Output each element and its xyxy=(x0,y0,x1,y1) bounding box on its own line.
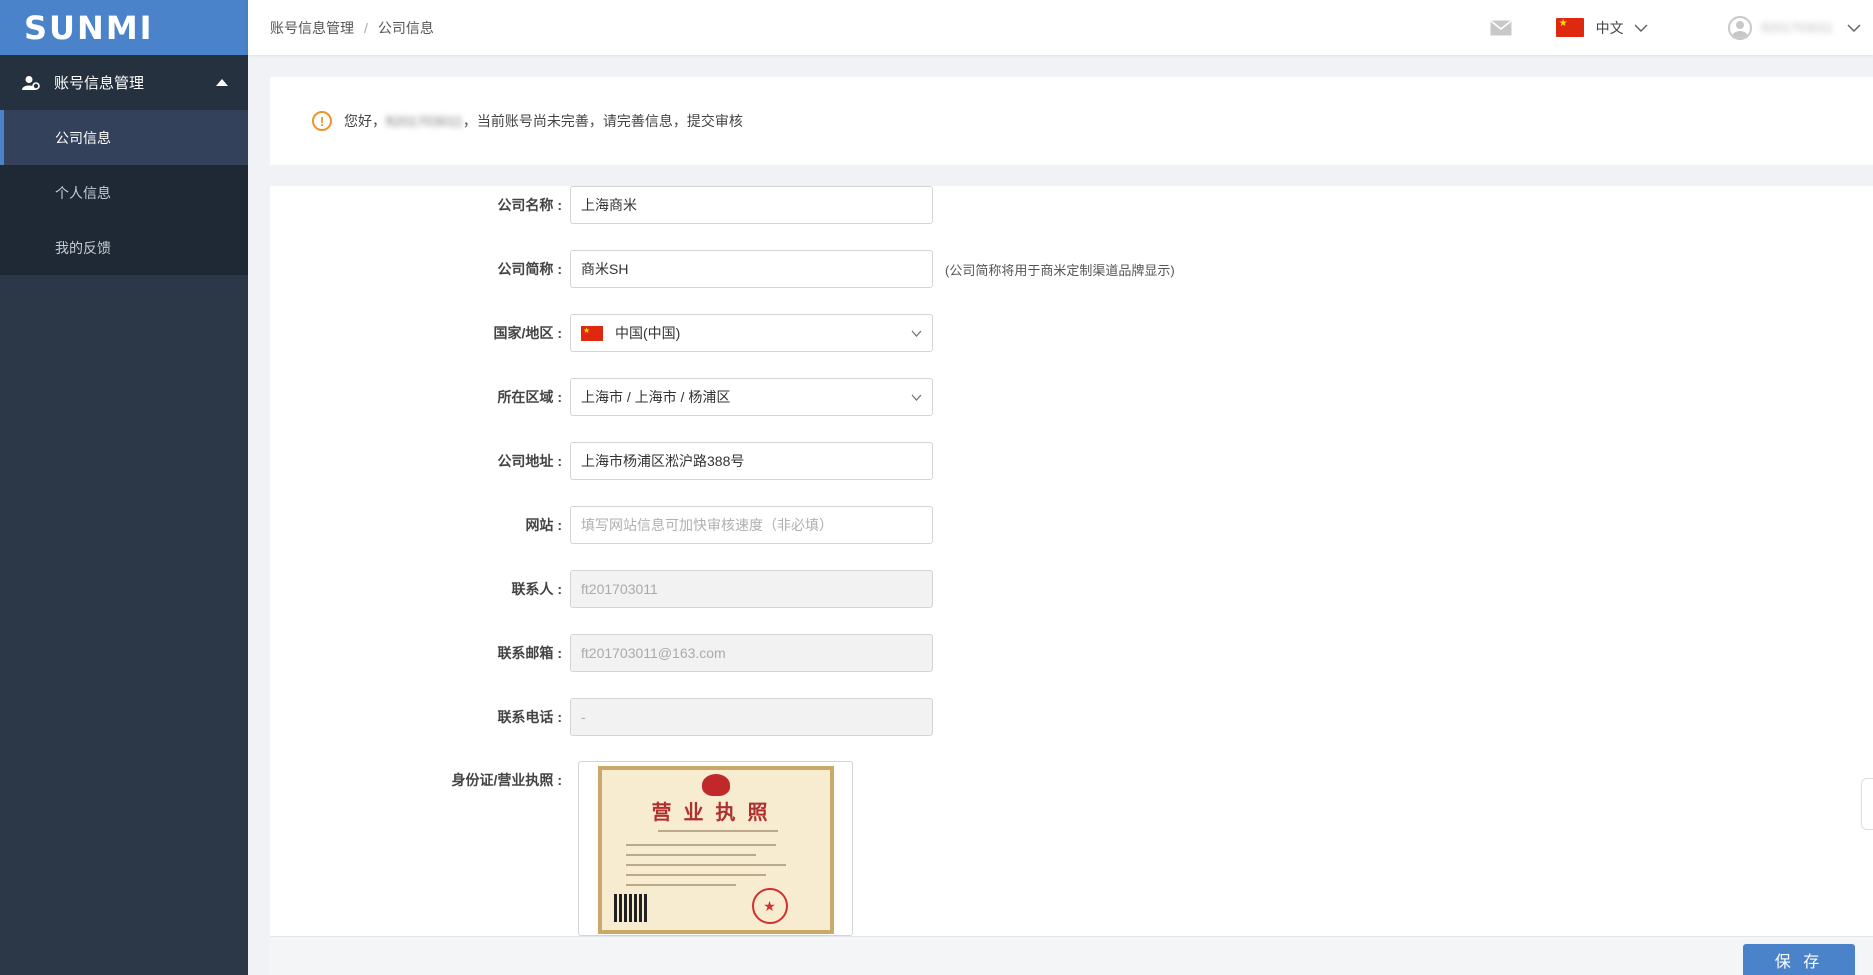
save-button[interactable]: 保 存 xyxy=(1743,944,1855,975)
logo-bar: SUNMI xyxy=(0,0,248,55)
user-settings-icon xyxy=(22,73,42,93)
breadcrumb: 账号信息管理 / 公司信息 xyxy=(248,18,434,38)
top-header: 账号信息管理 / 公司信息 ★ 中文 ft201703011 xyxy=(248,0,1873,55)
company-short-input[interactable]: 商米SH xyxy=(570,250,933,288)
contact-value: ft201703011 xyxy=(581,581,658,597)
row-email: 联系邮箱 : ft201703011@163.com xyxy=(270,634,933,672)
website-input[interactable]: 填写网站信息可加快审核速度（非必填） xyxy=(570,506,933,544)
china-flag-icon: ★ xyxy=(1555,18,1584,37)
row-company-name: 公司名称 : 上海商米 xyxy=(270,186,933,224)
company-name-input[interactable]: 上海商米 xyxy=(570,186,933,224)
chevron-down-icon xyxy=(1634,23,1648,32)
license-doc-title: 营业执照 xyxy=(651,802,780,824)
sidebar: SUNMI 账号信息管理 公司信息 个人信息 我的反馈 xyxy=(0,0,248,975)
china-flag-icon: ★ xyxy=(581,325,603,341)
address-label: 公司地址 : xyxy=(497,453,562,469)
qr-code-icon xyxy=(613,894,648,922)
license-label: 身份证/营业执照 : xyxy=(451,772,562,788)
company-name-label: 公司名称 : xyxy=(497,197,562,213)
row-phone: 联系电话 : - xyxy=(270,698,933,736)
sidebar-group-account[interactable]: 账号信息管理 xyxy=(0,55,248,110)
user-menu[interactable]: ft201703011 xyxy=(1727,15,1861,40)
caret-up-icon xyxy=(216,79,228,86)
email-label: 联系邮箱 : xyxy=(497,645,562,661)
email-input: ft201703011@163.com xyxy=(570,634,933,672)
red-seal-icon: ★ xyxy=(751,888,788,924)
country-value: 中国(中国) xyxy=(615,325,681,341)
sidebar-item-label: 公司信息 xyxy=(55,129,111,146)
incomplete-account-notice: ! 您好， ft201703011 ，当前账号尚未完善，请完善信息，提交审核 xyxy=(270,77,1873,165)
notice-user: ft201703011 xyxy=(386,113,463,129)
user-avatar-icon xyxy=(1727,15,1752,40)
business-license-image: 营业执照 ★ xyxy=(597,766,834,934)
chevron-down-icon xyxy=(911,394,922,401)
company-name-value: 上海商米 xyxy=(581,197,637,213)
row-contact: 联系人 : ft201703011 xyxy=(270,570,933,608)
country-label: 国家/地区 : xyxy=(493,325,562,341)
address-value: 上海市杨浦区淞沪路388号 xyxy=(581,453,745,469)
user-name: ft201703011 xyxy=(1761,20,1833,35)
sidebar-menu: 账号信息管理 公司信息 个人信息 我的反馈 xyxy=(0,55,248,275)
phone-label: 联系电话 : xyxy=(497,709,562,725)
side-panel-handle[interactable] xyxy=(1861,778,1873,830)
sidebar-item-company-info[interactable]: 公司信息 xyxy=(0,110,248,165)
row-region: 所在区域 : 上海市 / 上海市 / 杨浦区 xyxy=(270,378,933,416)
breadcrumb-item-account[interactable]: 账号信息管理 xyxy=(270,18,354,38)
row-country: 国家/地区 : ★ 中国(中国) xyxy=(270,314,933,352)
row-license: 身份证/营业执照 : xyxy=(270,761,570,799)
language-selector[interactable]: ★ 中文 xyxy=(1555,18,1648,38)
company-short-hint: (公司简称将用于商米定制渠道品牌显示) xyxy=(945,262,1175,278)
phone-value: - xyxy=(581,709,586,725)
sidebar-item-label: 个人信息 xyxy=(55,184,111,201)
website-label: 网站 : xyxy=(525,517,562,533)
email-value: ft201703011@163.com xyxy=(581,645,726,661)
contact-label: 联系人 : xyxy=(511,581,562,597)
sidebar-item-my-feedback[interactable]: 我的反馈 xyxy=(0,220,248,275)
region-select[interactable]: 上海市 / 上海市 / 杨浦区 xyxy=(570,378,933,416)
sidebar-item-label: 我的反馈 xyxy=(55,239,111,256)
contact-input: ft201703011 xyxy=(570,570,933,608)
language-label: 中文 xyxy=(1595,19,1624,36)
company-short-label: 公司简称 : xyxy=(497,261,562,277)
row-website: 网站 : 填写网站信息可加快审核速度（非必填） xyxy=(270,506,933,544)
notice-greeting: 您好， xyxy=(344,113,386,129)
notice-message: ，当前账号尚未完善，请完善信息，提交审核 xyxy=(462,113,743,129)
row-address: 公司地址 : 上海市杨浦区淞沪路388号 xyxy=(270,442,933,480)
warning-icon: ! xyxy=(312,111,332,131)
country-select[interactable]: ★ 中国(中国) xyxy=(570,314,933,352)
website-placeholder: 填写网站信息可加快审核速度（非必填） xyxy=(581,517,833,533)
sidebar-group-label: 账号信息管理 xyxy=(54,75,145,92)
phone-input: - xyxy=(570,698,933,736)
logo[interactable]: SUNMI xyxy=(24,9,154,47)
footer-bar xyxy=(270,936,1873,975)
address-input[interactable]: 上海市杨浦区淞沪路388号 xyxy=(570,442,933,480)
breadcrumb-separator: / xyxy=(364,19,368,36)
chevron-down-icon xyxy=(911,330,922,337)
company-short-value: 商米SH xyxy=(581,261,629,277)
company-info-form: 公司名称 : 上海商米 公司简称 : 商米SH (公司简称将用于商米定制渠道品牌… xyxy=(270,186,1873,936)
sidebar-item-personal-info[interactable]: 个人信息 xyxy=(0,165,248,220)
national-emblem-icon xyxy=(701,774,730,796)
region-value: 上海市 / 上海市 / 杨浦区 xyxy=(581,389,731,405)
region-label: 所在区域 : xyxy=(497,389,562,405)
mail-icon[interactable] xyxy=(1490,19,1512,36)
header-actions: ★ 中文 ft201703011 xyxy=(1490,0,1873,55)
chevron-down-icon xyxy=(1847,23,1861,32)
row-company-short: 公司简称 : 商米SH (公司简称将用于商米定制渠道品牌显示) xyxy=(270,250,1175,288)
license-upload[interactable]: 营业执照 ★ xyxy=(578,761,853,936)
breadcrumb-item-company: 公司信息 xyxy=(377,19,434,36)
